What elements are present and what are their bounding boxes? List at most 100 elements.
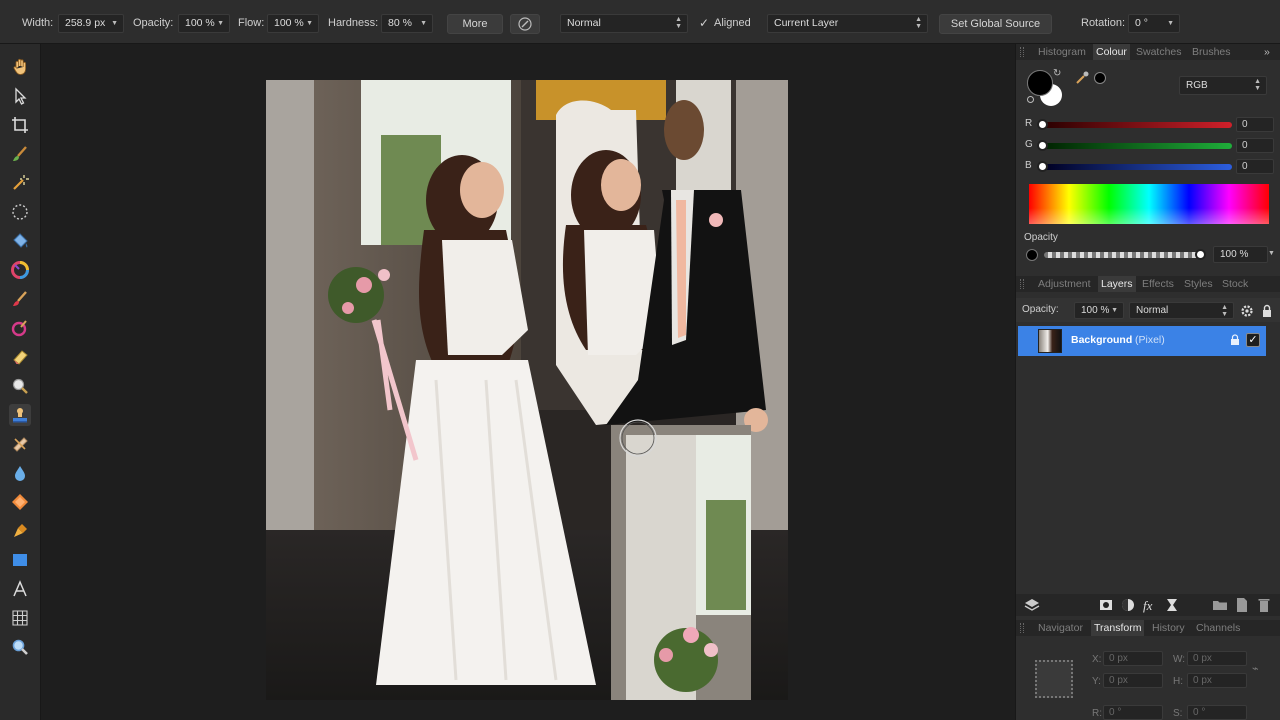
- red-slider[interactable]: [1044, 122, 1232, 128]
- colour-opacity-handle[interactable]: [1195, 249, 1206, 260]
- rectangle-tool[interactable]: [9, 549, 31, 571]
- green-slider-handle[interactable]: [1037, 140, 1048, 151]
- layers-stack-icon[interactable]: [1024, 597, 1040, 613]
- add-layer-icon[interactable]: [1234, 597, 1250, 613]
- opacity-value: 100 %: [185, 17, 215, 29]
- tab-history[interactable]: History: [1152, 620, 1185, 636]
- magic-wand-icon: [13, 175, 29, 190]
- y-field[interactable]: 0 px: [1103, 673, 1163, 688]
- chevron-down-icon[interactable]: ▼: [1268, 250, 1275, 257]
- link-proportions-icon[interactable]: ⌁: [1252, 662, 1259, 675]
- flood-select-tool[interactable]: [9, 172, 31, 194]
- layer-lock-icon[interactable]: [1230, 334, 1240, 346]
- erase-brush-tool[interactable]: [9, 346, 31, 368]
- tab-layers[interactable]: Layers: [1098, 276, 1136, 292]
- panel-collapse-icon[interactable]: »: [1264, 44, 1270, 60]
- selection-brush-tool[interactable]: [9, 143, 31, 165]
- h-field[interactable]: 0 px: [1187, 673, 1247, 688]
- flood-fill-tool[interactable]: [9, 230, 31, 252]
- swap-colours-icon[interactable]: ↻: [1053, 68, 1061, 79]
- tab-channels[interactable]: Channels: [1196, 620, 1240, 636]
- layer-opacity-field[interactable]: 100 % ▼: [1074, 302, 1124, 319]
- zoom-icon: [12, 639, 28, 655]
- blend-mode-select[interactable]: Normal ▲ ▼: [560, 14, 688, 33]
- colour-opacity-label: Opacity: [1024, 232, 1058, 243]
- hardness-value: 80 %: [388, 17, 412, 29]
- set-global-source-button[interactable]: Set Global Source: [939, 14, 1052, 34]
- flow-field[interactable]: 100 % ▼: [267, 14, 319, 33]
- hardness-field[interactable]: 80 % ▼: [381, 14, 433, 33]
- live-filter-icon[interactable]: [1164, 597, 1180, 613]
- dodge-tool[interactable]: [9, 375, 31, 397]
- trash-icon[interactable]: [1256, 597, 1272, 613]
- text-tool[interactable]: [9, 578, 31, 600]
- paint-brush-tool[interactable]: [9, 288, 31, 310]
- mesh-warp-tool[interactable]: [9, 607, 31, 629]
- move-tool[interactable]: [9, 85, 31, 107]
- source-layer-select[interactable]: Current Layer ▲ ▼: [767, 14, 928, 33]
- panel-grip-icon[interactable]: [1020, 279, 1024, 289]
- color-replacement-tool[interactable]: [9, 317, 31, 339]
- anchor-selector[interactable]: [1035, 660, 1073, 698]
- colour-opacity-field[interactable]: 100 %: [1213, 246, 1268, 263]
- red-slider-handle[interactable]: [1037, 119, 1048, 130]
- green-value-field[interactable]: 0: [1236, 138, 1274, 153]
- colour-opacity-slider[interactable]: [1044, 252, 1200, 258]
- red-value-field[interactable]: 0: [1236, 117, 1274, 132]
- clone-brush-tool[interactable]: [9, 404, 31, 426]
- chevron-down-icon: ▼: [306, 20, 313, 27]
- red-channel-label: R: [1025, 118, 1033, 129]
- tab-styles[interactable]: Styles: [1184, 276, 1213, 292]
- group-folder-icon[interactable]: [1212, 597, 1228, 613]
- aligned-checkbox[interactable]: ✓: [699, 14, 709, 32]
- tab-histogram[interactable]: Histogram: [1038, 44, 1086, 60]
- lock-icon[interactable]: [1259, 303, 1275, 319]
- w-field[interactable]: 0 px: [1187, 651, 1247, 666]
- s-field[interactable]: 0 °: [1187, 705, 1247, 720]
- adjustment-icon[interactable]: [1120, 597, 1136, 613]
- layer-row-background[interactable]: Background (Pixel) ✓: [1018, 326, 1266, 356]
- layer-visibility-checkbox[interactable]: ✓: [1246, 333, 1260, 347]
- tab-transform[interactable]: Transform: [1091, 620, 1145, 636]
- mask-layer-icon[interactable]: [1098, 597, 1114, 613]
- blue-slider[interactable]: [1044, 164, 1232, 170]
- rotation-label: Rotation:: [1081, 17, 1126, 29]
- x-field[interactable]: 0 px: [1103, 651, 1163, 666]
- view-hand-tool[interactable]: [9, 56, 31, 78]
- pen-tool[interactable]: [9, 520, 31, 542]
- brush-settings-button[interactable]: [510, 14, 540, 34]
- green-slider[interactable]: [1044, 143, 1232, 149]
- brush-settings-icon: [518, 17, 532, 31]
- tab-navigator[interactable]: Navigator: [1038, 620, 1083, 636]
- width-field[interactable]: 258.9 px ▼: [58, 14, 124, 33]
- opacity-field[interactable]: 100 % ▼: [178, 14, 230, 33]
- panel-grip-icon[interactable]: [1020, 623, 1024, 633]
- blue-value-field[interactable]: 0: [1236, 159, 1274, 174]
- tab-adjustment[interactable]: Adjustment: [1038, 276, 1091, 292]
- tab-swatches[interactable]: Swatches: [1136, 44, 1182, 60]
- tab-colour[interactable]: Colour: [1093, 44, 1130, 60]
- reset-colours-icon[interactable]: [1027, 96, 1034, 103]
- marquee-tool[interactable]: [9, 201, 31, 223]
- color-picker-tool[interactable]: [9, 259, 31, 281]
- layer-blend-select[interactable]: Normal ▲ ▼: [1129, 302, 1234, 319]
- gear-icon[interactable]: [1239, 303, 1255, 319]
- blue-slider-handle[interactable]: [1037, 161, 1048, 172]
- fx-icon[interactable]: fx: [1142, 597, 1158, 613]
- eyedropper-icon[interactable]: [1074, 70, 1090, 86]
- panel-grip-icon[interactable]: [1020, 47, 1024, 57]
- colour-mode-select[interactable]: RGB ▲ ▼: [1179, 76, 1267, 95]
- more-button[interactable]: More: [447, 14, 503, 34]
- healing-tool[interactable]: [9, 433, 31, 455]
- tab-brushes[interactable]: Brushes: [1192, 44, 1231, 60]
- rotation-field[interactable]: 0 ° ▼: [1128, 14, 1180, 33]
- zoom-tool[interactable]: [9, 636, 31, 658]
- r-field[interactable]: 0 °: [1103, 705, 1163, 720]
- blur-tool[interactable]: [9, 462, 31, 484]
- shape-tool[interactable]: [9, 491, 31, 513]
- crop-tool[interactable]: [9, 114, 31, 136]
- tab-stock[interactable]: Stock: [1222, 276, 1248, 292]
- colour-spectrum[interactable]: [1029, 184, 1269, 224]
- tab-effects[interactable]: Effects: [1142, 276, 1174, 292]
- document-canvas[interactable]: [42, 44, 1015, 720]
